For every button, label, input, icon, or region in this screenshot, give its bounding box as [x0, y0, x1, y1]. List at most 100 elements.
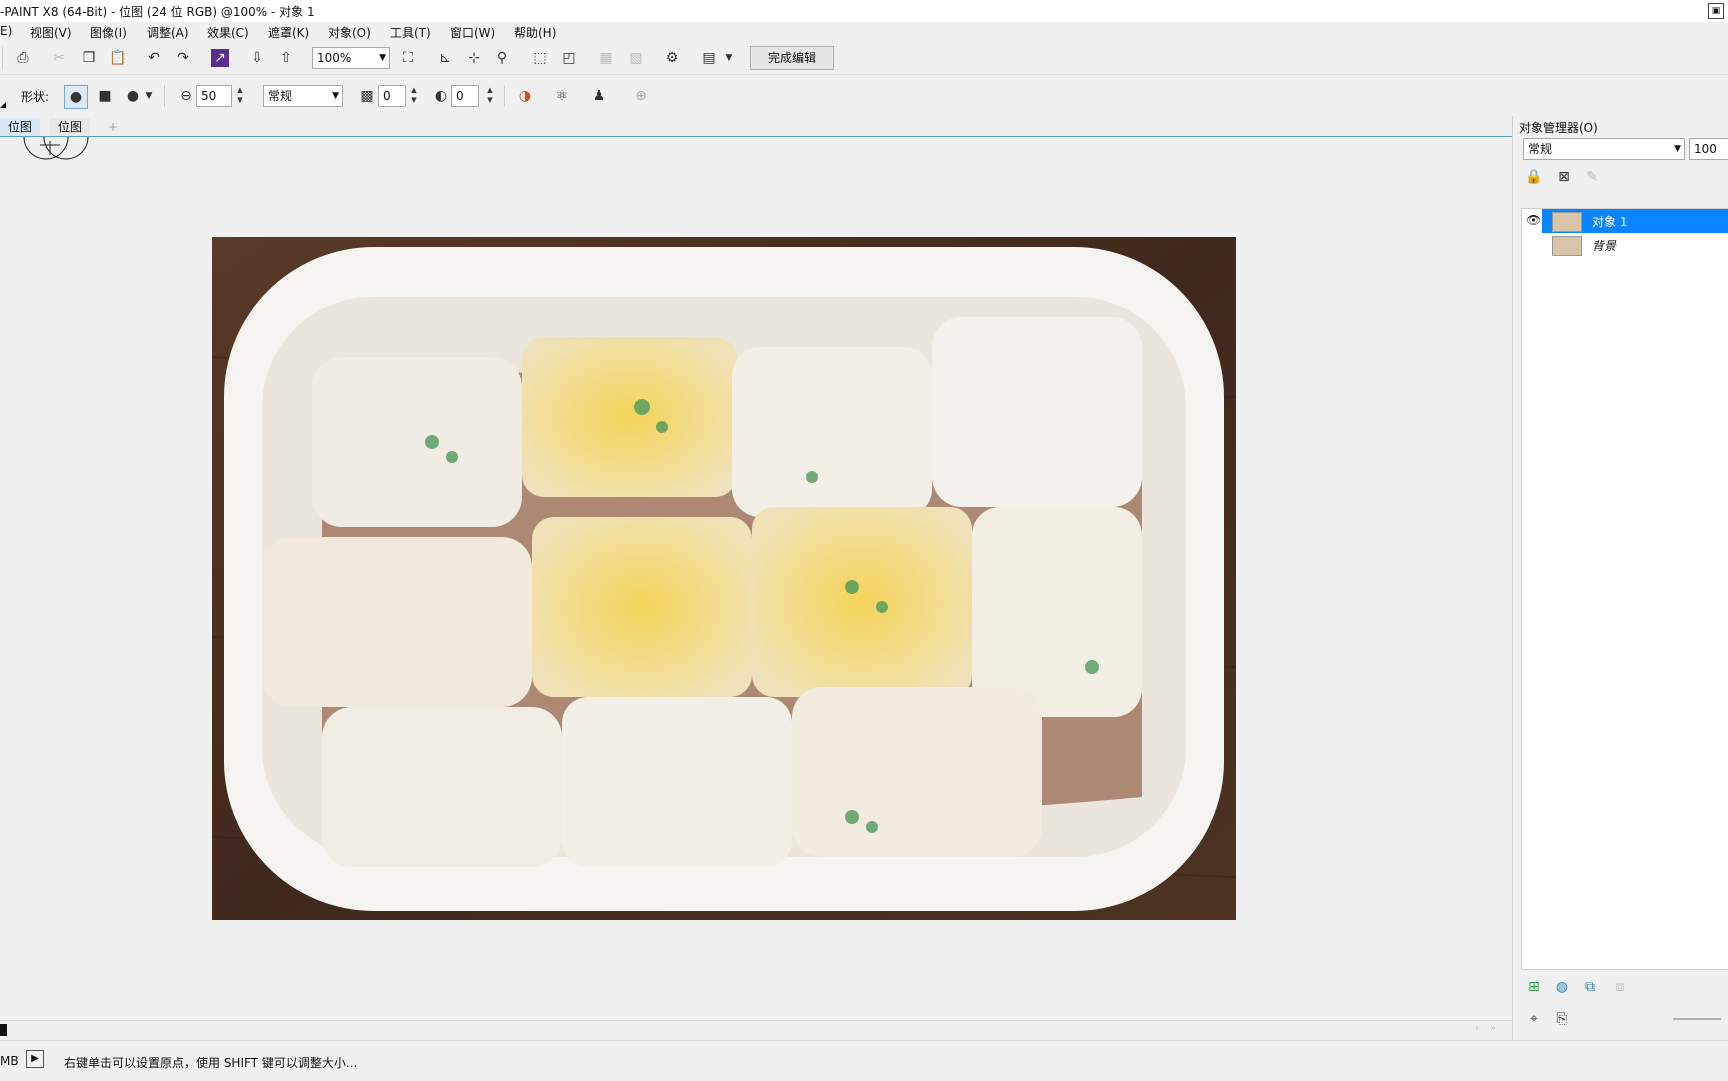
transparency-input[interactable]: 0 — [378, 85, 406, 107]
drawing-canvas[interactable] — [0, 137, 1512, 1017]
title-bar: -PAINT X8 (64-Bit) - 位图 (24 位 RGB) @100%… — [0, 0, 1728, 22]
eye-icon[interactable]: 👁 — [1526, 213, 1541, 227]
transparency-spinner[interactable]: ▲ ▼ — [408, 85, 420, 107]
lock-transparency-icon[interactable]: ⊠ — [1553, 166, 1575, 188]
status-hint: 右键单击可以设置原点，使用 SHIFT 键可以调整大小... — [64, 1056, 358, 1070]
menu-view[interactable]: 视图(V) — [30, 24, 72, 41]
pressure-icon[interactable]: ♟ — [588, 85, 610, 107]
size-spinner[interactable]: ▲ ▼ — [234, 85, 246, 107]
merge-mode-combo[interactable]: 常规 ▼ — [263, 85, 343, 107]
menu-window[interactable]: 窗口(W) — [450, 24, 495, 41]
document-tabs: 位图 位图 + — [0, 118, 1512, 137]
menu-bar: E) 视图(V) 图像(I) 调整(A) 效果(C) 遮罩(K) 对象(O) 工… — [0, 22, 1728, 42]
brush-cursor-icon — [23, 137, 89, 160]
layer-merge-mode-combo[interactable]: 常规 ▼ — [1523, 138, 1685, 160]
menu-edit[interactable]: E) — [0, 24, 12, 38]
crop-icon[interactable]: ▦ — [595, 47, 617, 69]
square-shape-button[interactable]: ■ — [94, 85, 116, 107]
gear-icon[interactable]: ⚙ — [661, 47, 683, 69]
application-launcher-icon[interactable]: ▤ — [698, 47, 720, 69]
restore-window-icon[interactable]: ▣ — [1708, 3, 1724, 19]
properties-icon[interactable]: ⎘ — [1551, 1008, 1573, 1030]
pattern-icon[interactable]: ⚛ — [551, 85, 573, 107]
toolbar-separator — [2, 47, 3, 69]
new-tab-button[interactable]: + — [100, 118, 126, 136]
transparency-icon: ▩ — [360, 88, 374, 104]
opacity-input[interactable]: 100 — [1689, 138, 1728, 160]
feather-spinner[interactable]: ▲ ▼ — [484, 85, 496, 107]
thumbnail-size-slider[interactable] — [1673, 1018, 1721, 1020]
export-icon[interactable]: ⇧ — [275, 47, 297, 69]
brush-tip-icon[interactable]: ● — [122, 85, 144, 107]
chevron-down-icon[interactable]: ▼ — [718, 47, 740, 69]
nib-size-input[interactable]: 50 — [196, 85, 232, 107]
layer-list: 👁 对象 1 背景 — [1521, 208, 1728, 970]
tab-bitmap-1[interactable]: 位图 — [0, 118, 41, 136]
add-brush-icon[interactable]: ⊕ — [630, 85, 652, 107]
nib-size-icon: ⊖ — [180, 88, 192, 104]
layer-thumbnail — [1552, 212, 1582, 232]
merge-mode-value: 常规 — [268, 89, 293, 103]
center-icon[interactable]: ⌖ — [1523, 1008, 1545, 1030]
new-object-icon[interactable]: ⊞ — [1523, 976, 1545, 998]
menu-tools[interactable]: 工具(T) — [390, 24, 431, 41]
toolbar-separator — [164, 85, 165, 107]
combine-objects-icon[interactable]: ⧈ — [1609, 976, 1631, 998]
feather-input[interactable]: 0 — [451, 85, 479, 107]
chevron-right-icon[interactable]: › — [1475, 1023, 1479, 1034]
undo-icon[interactable]: ↶ — [143, 47, 165, 69]
menu-adjust[interactable]: 调整(A) — [147, 24, 189, 41]
mask-marquee-icon[interactable]: ⬚ — [529, 47, 551, 69]
cut-icon[interactable]: ✂ — [48, 47, 70, 69]
play-icon[interactable]: ▶ — [26, 1050, 44, 1068]
layer-row-background[interactable]: 背景 — [1522, 233, 1728, 257]
scroll-marker — [0, 1024, 7, 1036]
fit-page-icon[interactable]: ⛶ — [397, 47, 419, 69]
circle-shape-button[interactable]: ● — [64, 85, 88, 109]
snap-icon[interactable]: ⚲ — [491, 47, 513, 69]
tab-bitmap-2[interactable]: 位图 — [50, 118, 91, 136]
layer-name: 背景 — [1592, 239, 1617, 253]
double-chevron-right-icon[interactable]: » — [1490, 1023, 1496, 1034]
zoom-combo[interactable]: 100% ▼ — [312, 47, 390, 69]
layer-thumbnail — [1552, 236, 1582, 256]
launch-icon[interactable]: ↗ — [211, 49, 229, 67]
chevron-down-icon[interactable]: ▼ — [143, 85, 155, 107]
rulers-icon[interactable]: ⊾ — [434, 47, 456, 69]
layer-row-object-1[interactable]: 👁 对象 1 — [1522, 209, 1728, 233]
import-icon[interactable]: ⇩ — [246, 47, 268, 69]
menu-effects[interactable]: 效果(C) — [207, 24, 249, 41]
zoom-value: 100% — [317, 51, 352, 65]
menu-help[interactable]: 帮助(H) — [514, 24, 556, 41]
status-bar: MB ▶ 右键单击可以设置原点，使用 SHIFT 键可以调整大小... — [0, 1040, 1728, 1081]
menu-image[interactable]: 图像(I) — [90, 24, 127, 41]
redo-icon[interactable]: ↷ — [172, 47, 194, 69]
layer-merge-mode-value: 常规 — [1528, 142, 1553, 156]
guidelines-icon[interactable]: ⊹ — [463, 47, 485, 69]
memory-indicator: MB — [0, 1054, 19, 1068]
copy-icon[interactable]: ❐ — [78, 47, 100, 69]
toolbar-separator — [504, 85, 505, 107]
object-manager-panel: 对象管理器(O) 常规 ▼ 100 🔒 ⊠ ✎ 👁 对象 1 背景 ⊞ ◍ ⧉ … — [1512, 116, 1728, 1040]
chevron-down-icon: ▼ — [1674, 144, 1681, 154]
chevron-down-icon: ▼ — [379, 53, 386, 63]
show-mask-icon[interactable]: ◰ — [558, 47, 580, 69]
shape-label: 形状: — [21, 90, 50, 104]
paste-icon[interactable]: 📋 — [107, 47, 129, 69]
horizontal-scroll-area[interactable]: › » — [0, 1020, 1512, 1039]
menu-object[interactable]: 对象(O) — [328, 24, 371, 41]
print-icon[interactable]: ⎙ — [12, 47, 34, 69]
symmetry-icon[interactable]: ◑ — [514, 85, 536, 107]
photo-rice-noodle-rolls[interactable] — [212, 237, 1236, 920]
paint-on-mask-icon[interactable]: ✎ — [1581, 166, 1603, 188]
finish-editing-button[interactable]: 完成编辑 — [750, 46, 834, 70]
menu-mask[interactable]: 遮罩(K) — [268, 24, 309, 41]
layer-name: 对象 1 — [1592, 215, 1628, 229]
panel-title: 对象管理器(O) — [1519, 121, 1598, 135]
duplicate-object-icon[interactable]: ⧉ — [1579, 976, 1601, 998]
window-title: -PAINT X8 (64-Bit) - 位图 (24 位 RGB) @100%… — [0, 5, 315, 19]
new-lens-icon[interactable]: ◍ — [1551, 976, 1573, 998]
lock-icon[interactable]: 🔒 — [1523, 166, 1545, 188]
transform-icon[interactable]: ▧ — [625, 47, 647, 69]
standard-toolbar: ⎙ ✂ ❐ 📋 ↶ ↷ ↗ ⇩ ⇧ 100% ▼ ⛶ ⊾ ⊹ ⚲ ⬚ ◰ ▦ ▧… — [0, 42, 1728, 75]
